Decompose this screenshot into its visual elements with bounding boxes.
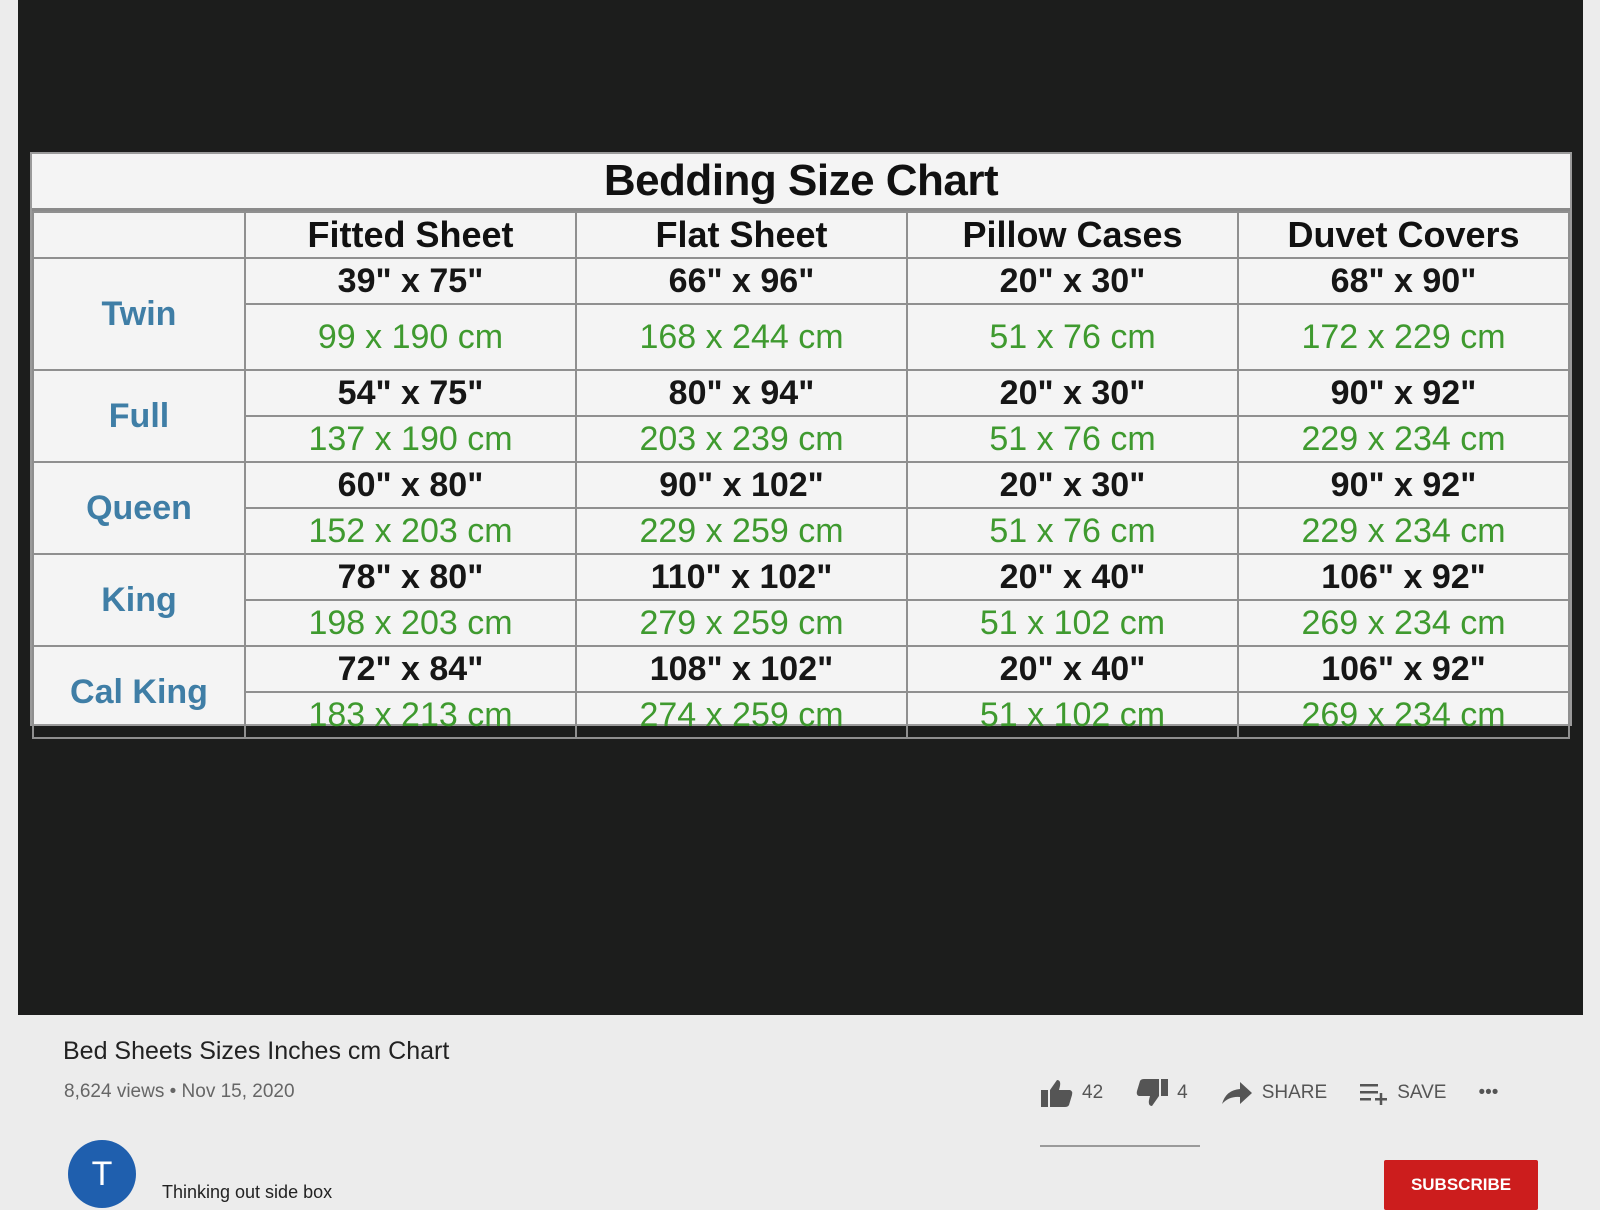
- table-row-queen-cm: 152 x 203 cm 229 x 259 cm 51 x 76 cm 229 x …: [33, 507, 1570, 555]
- row-label-twin: Twin: [32, 257, 246, 371]
- thumbs-up-icon: [1041, 1080, 1073, 1107]
- video-player[interactable]: Bedding Size Chart Fitted Sheet Flat She…: [18, 0, 1583, 1015]
- dislike-button[interactable]: 4: [1135, 1078, 1188, 1108]
- size-table: Fitted Sheet Flat Sheet Pillow Cases Duv…: [32, 211, 1570, 739]
- share-label: SHARE: [1261, 1082, 1328, 1103]
- cm-cell: 229 x 234 cm: [1237, 415, 1570, 463]
- inch-cell: 110" x 102": [575, 553, 908, 601]
- inch-cell: 20" x 40": [906, 553, 1239, 601]
- cm-cell: 269 x 234 cm: [1237, 691, 1570, 739]
- row-label-king: King: [32, 553, 246, 647]
- inch-cell: 20" x 30": [906, 461, 1239, 509]
- inch-cell: 39" x 75": [244, 257, 577, 305]
- cm-cell: 168 x 244 cm: [575, 303, 908, 371]
- inch-cell: 68" x 90": [1237, 257, 1570, 305]
- save-label: SAVE: [1397, 1082, 1447, 1103]
- cm-cell: 229 x 234 cm: [1237, 507, 1570, 555]
- table-row-king-cm: 198 x 203 cm 279 x 259 cm 51 x 102 cm 269 x…: [33, 599, 1570, 647]
- like-count: 42: [1082, 1082, 1104, 1103]
- inch-cell: 78" x 80": [244, 553, 577, 601]
- cm-cell: 51 x 76 cm: [906, 507, 1239, 555]
- save-playlist-icon: [1360, 1084, 1388, 1105]
- cm-cell: 152 x 203 cm: [244, 507, 577, 555]
- inch-cell: 20" x 40": [906, 645, 1239, 693]
- inch-cell: 106" x 92": [1237, 553, 1570, 601]
- cm-cell: 99 x 190 cm: [244, 303, 577, 371]
- cm-cell: 274 x 259 cm: [575, 691, 908, 739]
- header-fitted-sheet: Fitted Sheet: [244, 211, 577, 259]
- table-row-cal-king-cm: 183 x 213 cm 274 x 259 cm 51 x 102 cm 269 x…: [33, 691, 1570, 739]
- table-row-full-inches: Full 54" x 75" 80" x 94" 20" x 30" 90" x 92": [32, 369, 1570, 463]
- inch-cell: 90" x 92": [1237, 461, 1570, 509]
- video-actions: 42 4 SHARE SAVE •••: [1040, 1073, 1530, 1113]
- inch-cell: 90" x 102": [575, 461, 908, 509]
- more-icon: •••: [1478, 1082, 1499, 1103]
- table-row-cal-king-inches: Cal King 72" x 84" 108" x 102" 20" x 40" 106…: [32, 645, 1570, 739]
- inch-cell: 54" x 75": [244, 369, 577, 417]
- cm-cell: 172 x 229 cm: [1237, 303, 1570, 371]
- inch-cell: 72" x 84": [244, 645, 577, 693]
- thumbs-down-icon: [1136, 1079, 1169, 1106]
- cm-cell: 51 x 102 cm: [906, 691, 1239, 739]
- cm-cell: 51 x 76 cm: [906, 415, 1239, 463]
- cm-cell: 269 x 234 cm: [1237, 599, 1570, 647]
- inch-cell: 66" x 96": [575, 257, 908, 305]
- cm-cell: 137 x 190 cm: [244, 415, 577, 463]
- video-meta: 8,624 views • Nov 15, 2020: [64, 1081, 295, 1102]
- inch-cell: 60" x 80": [244, 461, 577, 509]
- like-ratio-bar: [1040, 1145, 1200, 1147]
- save-button[interactable]: SAVE: [1359, 1081, 1446, 1105]
- row-label-queen: Queen: [32, 461, 246, 555]
- video-title: Bed Sheets Sizes Inches cm Chart: [63, 1037, 450, 1065]
- video-info: Bed Sheets Sizes Inches cm Chart 8,624 v…: [0, 1015, 1600, 1200]
- video-player-frame[interactable]: Bedding Size Chart Fitted Sheet Flat She…: [18, 0, 1583, 1015]
- row-label-full: Full: [32, 369, 246, 463]
- table-row-twin-inches: Twin 39" x 75" 66" x 96" 20" x 30" 68" x 90": [32, 257, 1570, 371]
- cm-cell: 198 x 203 cm: [244, 599, 577, 647]
- row-label-cal-king: Cal King: [32, 645, 246, 739]
- table-row-twin-cm: 99 x 190 cm 168 x 244 cm 51 x 76 cm 172 x 2…: [33, 303, 1570, 371]
- share-icon: [1221, 1082, 1252, 1104]
- header-flat-sheet: Flat Sheet: [575, 211, 908, 259]
- cm-cell: 51 x 102 cm: [906, 599, 1239, 647]
- table-row-queen-inches: Queen 60" x 80" 90" x 102" 20" x 30" 90" x 9…: [32, 461, 1570, 555]
- table-row-king-inches: King 78" x 80" 110" x 102" 20" x 40" 106" x …: [32, 553, 1570, 647]
- header-empty: [32, 211, 246, 259]
- more-button[interactable]: •••: [1478, 1082, 1498, 1104]
- header-duvet-covers: Duvet Covers: [1237, 211, 1570, 259]
- inch-cell: 80" x 94": [575, 369, 908, 417]
- table-header-row: Fitted Sheet Flat Sheet Pillow Cases Duv…: [32, 211, 1570, 259]
- cm-cell: 229 x 259 cm: [575, 507, 908, 555]
- inch-cell: 108" x 102": [575, 645, 908, 693]
- bedding-size-chart: Bedding Size Chart Fitted Sheet Flat She…: [30, 152, 1572, 739]
- inch-cell: 20" x 30": [906, 369, 1239, 417]
- subscribe-button[interactable]: SUBSCRIBE: [1384, 1160, 1538, 1210]
- share-button[interactable]: SHARE: [1220, 1080, 1327, 1106]
- cm-cell: 51 x 76 cm: [906, 303, 1239, 371]
- chart-title: Bedding Size Chart: [32, 154, 1570, 211]
- channel-avatar[interactable]: T: [68, 1140, 136, 1208]
- inch-cell: 90" x 92": [1237, 369, 1570, 417]
- table-row-full-cm: 137 x 190 cm 203 x 239 cm 51 x 76 cm 229 x …: [33, 415, 1570, 463]
- header-pillow-cases: Pillow Cases: [906, 211, 1239, 259]
- cm-cell: 183 x 213 cm: [244, 691, 577, 739]
- cm-cell: 279 x 259 cm: [575, 599, 908, 647]
- inch-cell: 20" x 30": [906, 257, 1239, 305]
- dislike-count: 4: [1177, 1082, 1188, 1103]
- like-button[interactable]: 42: [1040, 1078, 1103, 1108]
- inch-cell: 106" x 92": [1237, 645, 1570, 693]
- cm-cell: 203 x 239 cm: [575, 415, 908, 463]
